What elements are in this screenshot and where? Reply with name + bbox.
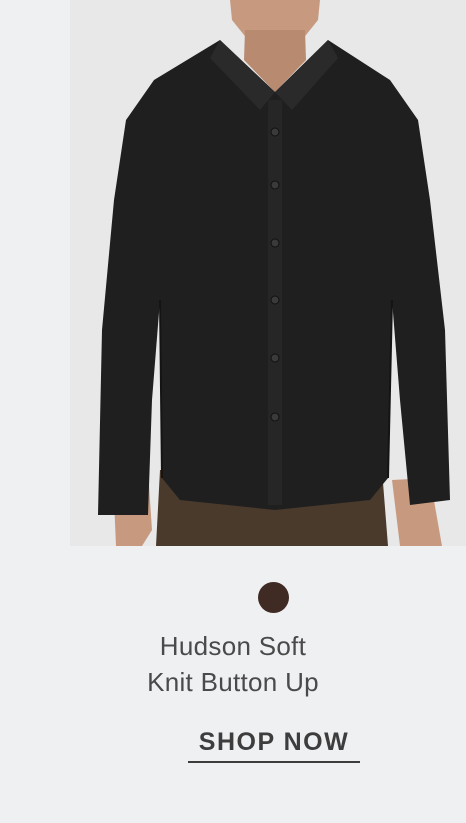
- color-swatches: [0, 582, 466, 614]
- product-image[interactable]: [70, 0, 466, 546]
- product-name-line2: Knit Button Up: [147, 667, 319, 697]
- product-name[interactable]: Hudson Soft Knit Button Up: [0, 628, 466, 700]
- product-name-line1: Hudson Soft: [159, 631, 307, 661]
- color-swatch-icon[interactable]: [258, 582, 289, 613]
- shirt-photo: [98, 0, 450, 546]
- product-card: Hudson Soft Knit Button Up SHOP NOW: [0, 0, 466, 823]
- shop-now-link[interactable]: SHOP NOW: [188, 728, 360, 763]
